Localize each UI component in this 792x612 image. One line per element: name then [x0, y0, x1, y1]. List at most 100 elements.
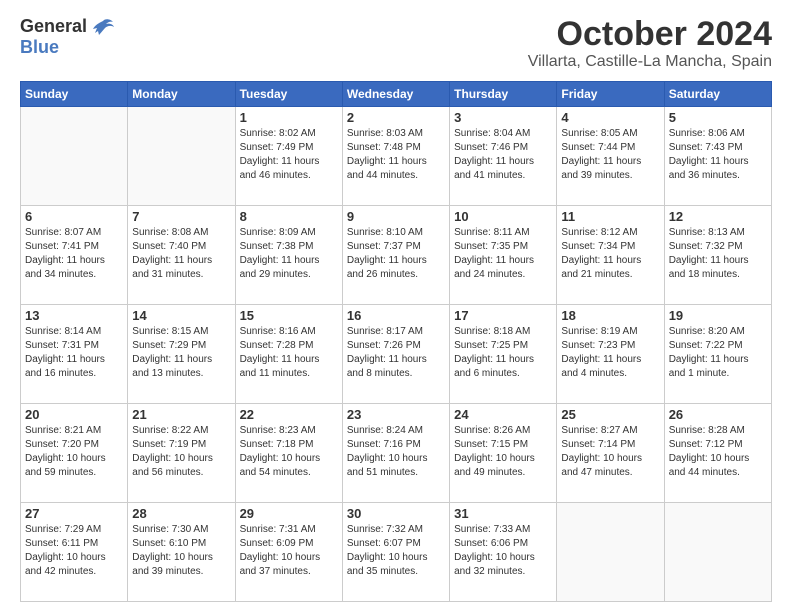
day-info: Sunrise: 8:24 AM Sunset: 7:16 PM Dayligh…	[347, 424, 445, 480]
day-info: Sunrise: 8:18 AM Sunset: 7:25 PM Dayligh…	[454, 325, 552, 381]
day-number: 13	[25, 308, 123, 323]
day-info: Sunrise: 8:15 AM Sunset: 7:29 PM Dayligh…	[132, 325, 230, 381]
calendar-day-cell: 15 Sunrise: 8:16 AM Sunset: 7:28 PM Dayli…	[235, 305, 342, 404]
calendar-day-cell: 21 Sunrise: 8:22 AM Sunset: 7:19 PM Dayli…	[128, 404, 235, 503]
day-info: Sunrise: 8:14 AM Sunset: 7:31 PM Dayligh…	[25, 325, 123, 381]
calendar-day-cell	[664, 503, 771, 602]
day-number: 30	[347, 506, 445, 521]
day-number: 8	[240, 209, 338, 224]
day-number: 20	[25, 407, 123, 422]
day-number: 17	[454, 308, 552, 323]
calendar-day-cell: 9 Sunrise: 8:10 AM Sunset: 7:37 PM Daylig…	[342, 206, 449, 305]
day-number: 15	[240, 308, 338, 323]
calendar-day-cell: 31 Sunrise: 7:33 AM Sunset: 6:06 PM Dayli…	[450, 503, 557, 602]
day-number: 18	[561, 308, 659, 323]
day-info: Sunrise: 8:13 AM Sunset: 7:32 PM Dayligh…	[669, 226, 767, 282]
title-area: October 2024 Villarta, Castille-La Manch…	[528, 16, 772, 71]
day-number: 12	[669, 209, 767, 224]
weekday-header: Tuesday	[235, 82, 342, 107]
day-number: 29	[240, 506, 338, 521]
calendar-day-cell: 29 Sunrise: 7:31 AM Sunset: 6:09 PM Dayli…	[235, 503, 342, 602]
day-number: 10	[454, 209, 552, 224]
calendar-day-cell: 11Sunrise: 8:12 AM Sunset: 7:34 PM Dayli…	[557, 206, 664, 305]
day-info: Sunrise: 8:12 AM Sunset: 7:34 PM Dayligh…	[561, 226, 659, 282]
day-info: Sunrise: 8:17 AM Sunset: 7:26 PM Dayligh…	[347, 325, 445, 381]
weekday-header: Sunday	[21, 82, 128, 107]
calendar-day-cell: 20 Sunrise: 8:21 AM Sunset: 7:20 PM Dayli…	[21, 404, 128, 503]
day-info: Sunrise: 8:27 AM Sunset: 7:14 PM Dayligh…	[561, 424, 659, 480]
day-info: Sunrise: 8:22 AM Sunset: 7:19 PM Dayligh…	[132, 424, 230, 480]
day-number: 31	[454, 506, 552, 521]
calendar-day-cell: 12 Sunrise: 8:13 AM Sunset: 7:32 PM Dayli…	[664, 206, 771, 305]
day-info: Sunrise: 8:03 AM Sunset: 7:48 PM Dayligh…	[347, 127, 445, 183]
calendar-day-cell: 26 Sunrise: 8:28 AM Sunset: 7:12 PM Dayli…	[664, 404, 771, 503]
day-info: Sunrise: 8:09 AM Sunset: 7:38 PM Dayligh…	[240, 226, 338, 282]
day-info: Sunrise: 7:29 AM Sunset: 6:11 PM Dayligh…	[25, 523, 123, 579]
day-number: 14	[132, 308, 230, 323]
calendar-day-cell: 5Sunrise: 8:06 AM Sunset: 7:43 PM Daylig…	[664, 107, 771, 206]
day-number: 5	[669, 110, 767, 125]
day-number: 2	[347, 110, 445, 125]
day-number: 19	[669, 308, 767, 323]
calendar-day-cell	[21, 107, 128, 206]
day-number: 24	[454, 407, 552, 422]
day-info: Sunrise: 8:19 AM Sunset: 7:23 PM Dayligh…	[561, 325, 659, 381]
weekday-header: Wednesday	[342, 82, 449, 107]
day-info: Sunrise: 7:33 AM Sunset: 6:06 PM Dayligh…	[454, 523, 552, 579]
calendar-day-cell: 14 Sunrise: 8:15 AM Sunset: 7:29 PM Dayli…	[128, 305, 235, 404]
day-number: 16	[347, 308, 445, 323]
calendar-week-row: 6 Sunrise: 8:07 AM Sunset: 7:41 PM Daylig…	[21, 206, 772, 305]
day-info: Sunrise: 8:20 AM Sunset: 7:22 PM Dayligh…	[669, 325, 767, 381]
calendar-day-cell: 10 Sunrise: 8:11 AM Sunset: 7:35 PM Dayli…	[450, 206, 557, 305]
day-info: Sunrise: 8:07 AM Sunset: 7:41 PM Dayligh…	[25, 226, 123, 282]
calendar-day-cell: 22Sunrise: 8:23 AM Sunset: 7:18 PM Dayli…	[235, 404, 342, 503]
day-number: 21	[132, 407, 230, 422]
weekday-header: Friday	[557, 82, 664, 107]
day-number: 23	[347, 407, 445, 422]
weekday-header: Thursday	[450, 82, 557, 107]
day-number: 27	[25, 506, 123, 521]
calendar-day-cell: 3 Sunrise: 8:04 AM Sunset: 7:46 PM Daylig…	[450, 107, 557, 206]
calendar-day-cell: 17 Sunrise: 8:18 AM Sunset: 7:25 PM Dayli…	[450, 305, 557, 404]
day-number: 22	[240, 407, 338, 422]
calendar-day-cell	[557, 503, 664, 602]
logo-blue-text: Blue	[20, 37, 59, 57]
day-number: 7	[132, 209, 230, 224]
day-number: 3	[454, 110, 552, 125]
day-info: Sunrise: 8:04 AM Sunset: 7:46 PM Dayligh…	[454, 127, 552, 183]
day-info: Sunrise: 8:10 AM Sunset: 7:37 PM Dayligh…	[347, 226, 445, 282]
day-number: 1	[240, 110, 338, 125]
calendar-day-cell: 30 Sunrise: 7:32 AM Sunset: 6:07 PM Dayli…	[342, 503, 449, 602]
month-title: October 2024	[528, 16, 772, 53]
calendar-table: SundayMondayTuesdayWednesdayThursdayFrid…	[20, 81, 772, 602]
calendar-week-row: 27 Sunrise: 7:29 AM Sunset: 6:11 PM Dayli…	[21, 503, 772, 602]
day-info: Sunrise: 8:02 AM Sunset: 7:49 PM Dayligh…	[240, 127, 338, 183]
calendar-day-cell: 16 Sunrise: 8:17 AM Sunset: 7:26 PM Dayli…	[342, 305, 449, 404]
day-info: Sunrise: 8:16 AM Sunset: 7:28 PM Dayligh…	[240, 325, 338, 381]
location: Villarta, Castille-La Mancha, Spain	[528, 53, 772, 71]
calendar-day-cell: 18 Sunrise: 8:19 AM Sunset: 7:23 PM Dayli…	[557, 305, 664, 404]
calendar-day-cell: 24Sunrise: 8:26 AM Sunset: 7:15 PM Dayli…	[450, 404, 557, 503]
day-info: Sunrise: 8:28 AM Sunset: 7:12 PM Dayligh…	[669, 424, 767, 480]
day-info: Sunrise: 8:11 AM Sunset: 7:35 PM Dayligh…	[454, 226, 552, 282]
day-number: 9	[347, 209, 445, 224]
day-info: Sunrise: 7:30 AM Sunset: 6:10 PM Dayligh…	[132, 523, 230, 579]
day-number: 26	[669, 407, 767, 422]
day-number: 28	[132, 506, 230, 521]
calendar-day-cell: 13 Sunrise: 8:14 AM Sunset: 7:31 PM Dayli…	[21, 305, 128, 404]
day-number: 6	[25, 209, 123, 224]
calendar-week-row: 1 Sunrise: 8:02 AM Sunset: 7:49 PM Daylig…	[21, 107, 772, 206]
calendar-day-cell: 2 Sunrise: 8:03 AM Sunset: 7:48 PM Daylig…	[342, 107, 449, 206]
day-info: Sunrise: 7:32 AM Sunset: 6:07 PM Dayligh…	[347, 523, 445, 579]
calendar-day-cell: 23 Sunrise: 8:24 AM Sunset: 7:16 PM Dayli…	[342, 404, 449, 503]
calendar-day-cell: 19 Sunrise: 8:20 AM Sunset: 7:22 PM Dayli…	[664, 305, 771, 404]
calendar-day-cell: 25Sunrise: 8:27 AM Sunset: 7:14 PM Dayli…	[557, 404, 664, 503]
day-info: Sunrise: 7:31 AM Sunset: 6:09 PM Dayligh…	[240, 523, 338, 579]
day-number: 4	[561, 110, 659, 125]
day-info: Sunrise: 8:21 AM Sunset: 7:20 PM Dayligh…	[25, 424, 123, 480]
calendar-day-cell: 7Sunrise: 8:08 AM Sunset: 7:40 PM Daylig…	[128, 206, 235, 305]
weekday-header: Saturday	[664, 82, 771, 107]
calendar-week-row: 20 Sunrise: 8:21 AM Sunset: 7:20 PM Dayli…	[21, 404, 772, 503]
header: General Blue October 2024 Villarta, Cast…	[20, 16, 772, 71]
calendar-day-cell: 4Sunrise: 8:05 AM Sunset: 7:44 PM Daylig…	[557, 107, 664, 206]
